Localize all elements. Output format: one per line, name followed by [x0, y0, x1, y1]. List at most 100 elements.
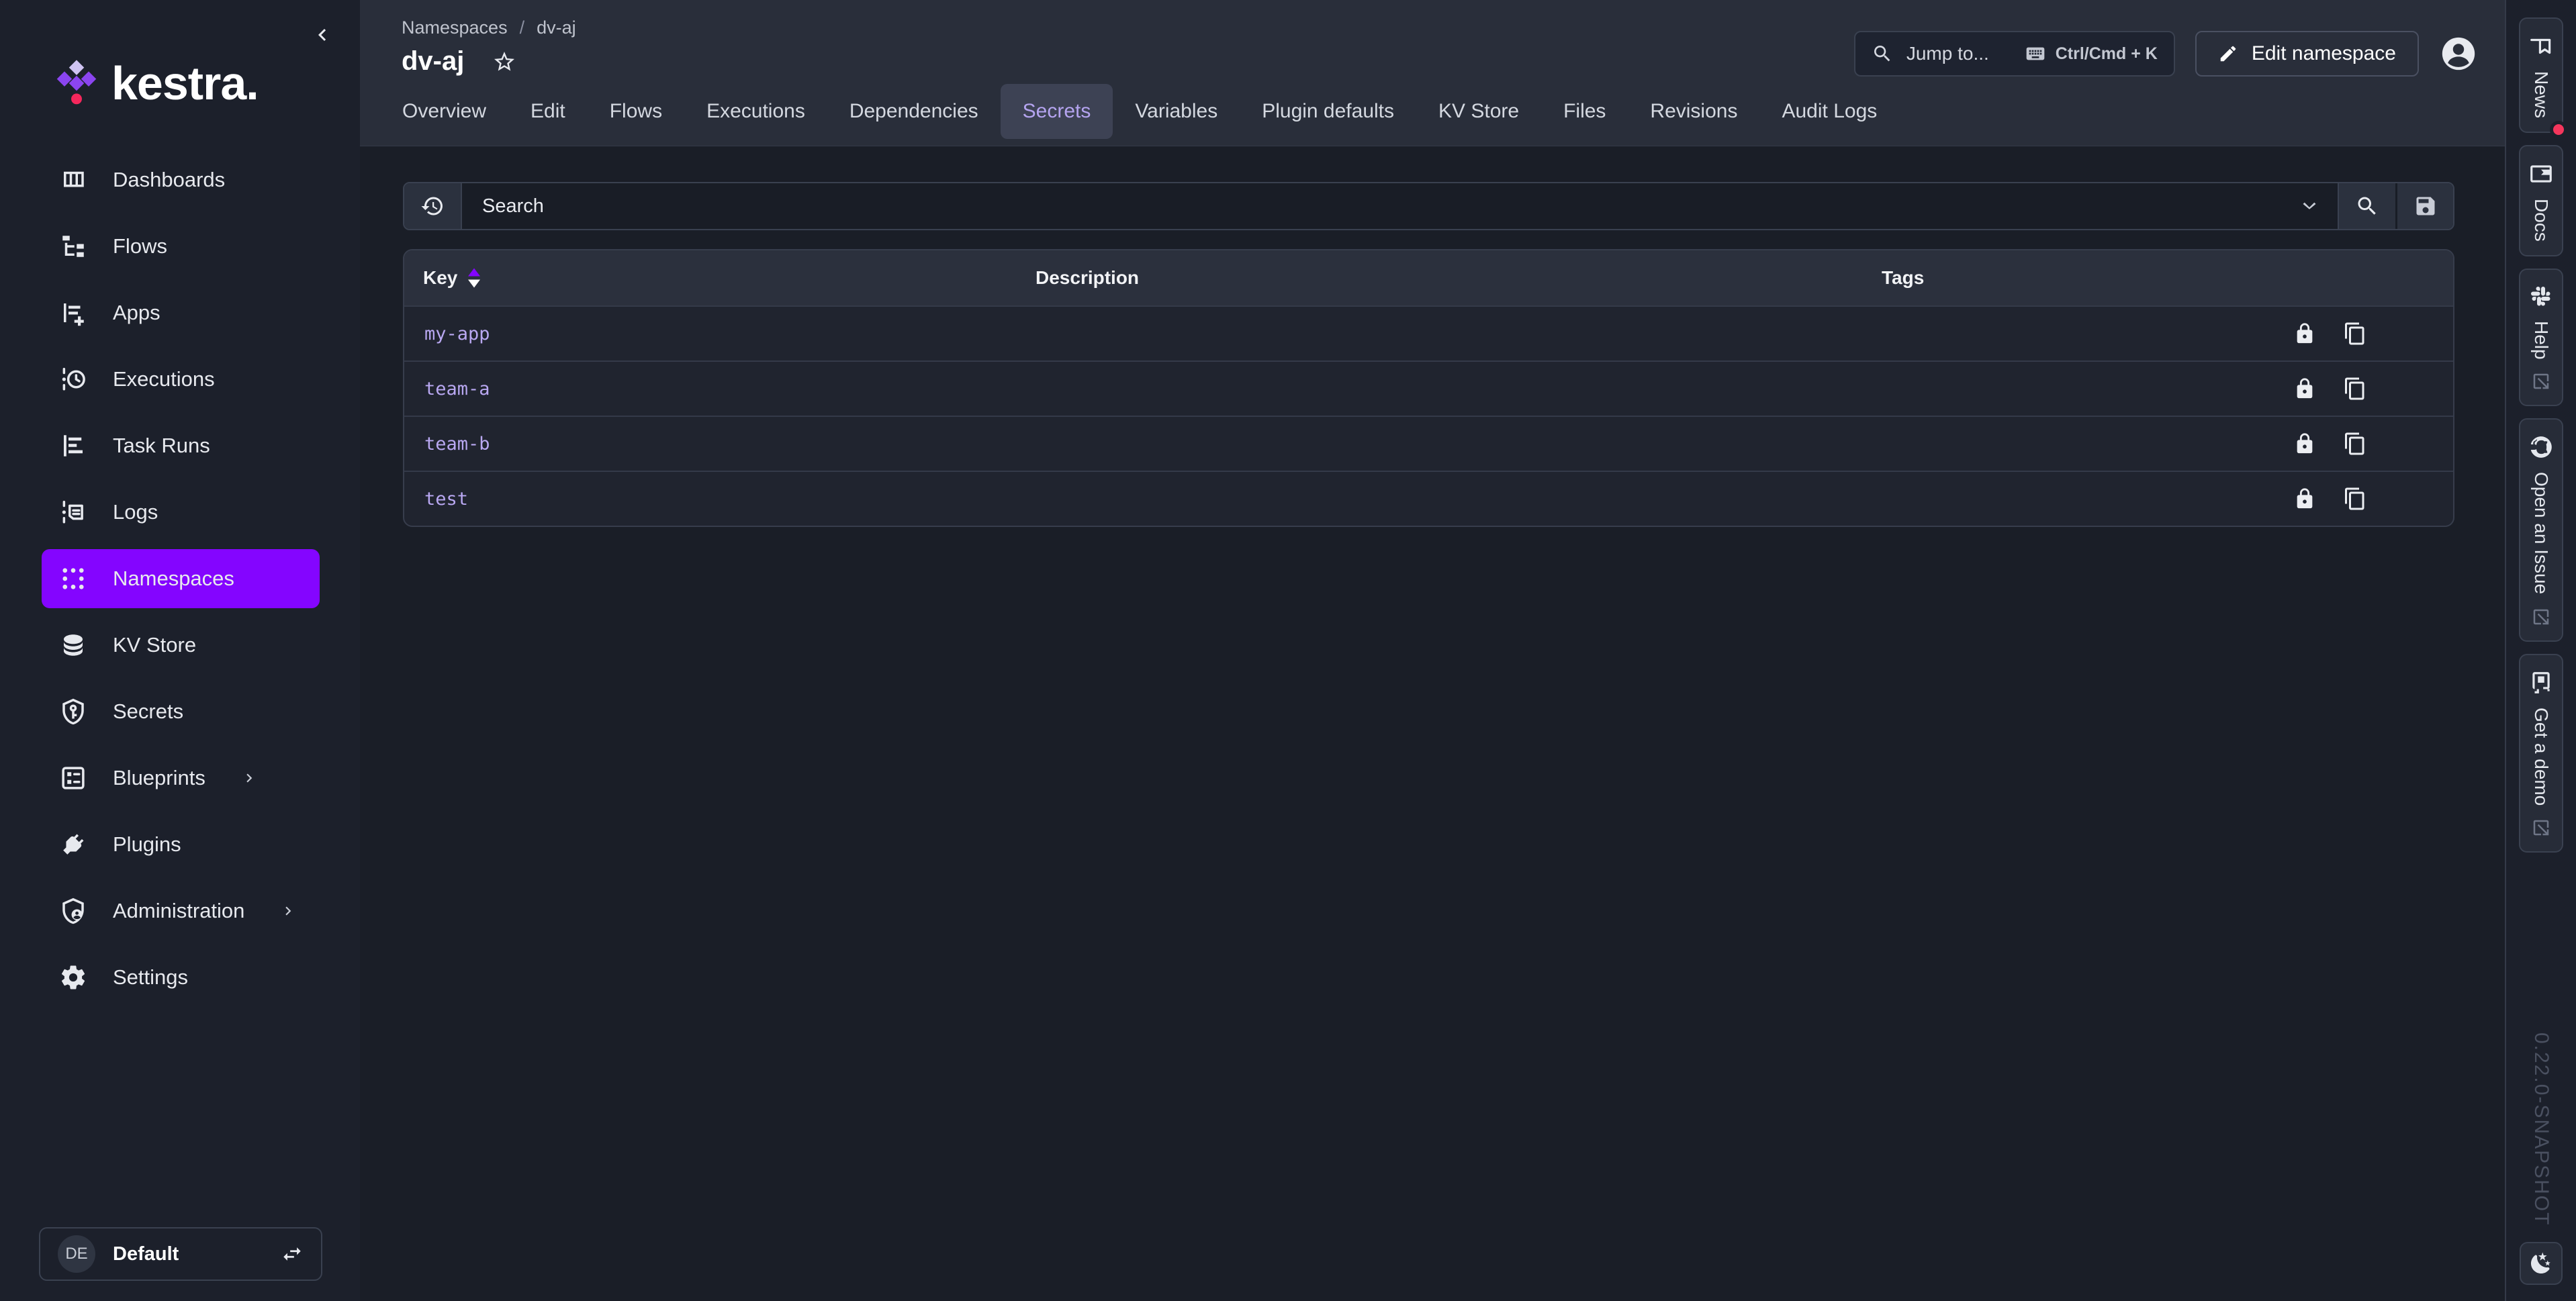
search-icon: [1872, 43, 1893, 64]
row-actions: [2293, 377, 2453, 401]
chevron-down-icon[interactable]: [2281, 183, 2338, 229]
breadcrumb-namespaces[interactable]: Namespaces: [402, 17, 508, 38]
sidebar-item-taskruns[interactable]: Task Runs: [42, 416, 320, 475]
lock-icon: [2293, 377, 2316, 400]
tab-files[interactable]: Files: [1541, 84, 1628, 139]
file-tree-icon: [59, 232, 87, 260]
column-header-key[interactable]: Key: [404, 267, 1017, 289]
gear-icon: [59, 963, 87, 992]
breadcrumb-separator: /: [520, 17, 525, 38]
timeline-clock-icon: [59, 365, 87, 393]
tab-revisions[interactable]: Revisions: [1628, 84, 1759, 139]
namespace-tabs: Overview Edit Flows Executions Dependenc…: [360, 77, 2505, 146]
sidebar-item-secrets[interactable]: Secrets: [42, 682, 320, 741]
table-row[interactable]: team-b: [404, 416, 2453, 471]
jump-to-search[interactable]: Jump to... Ctrl/Cmd + K: [1854, 31, 2175, 77]
sidebar-item-logs[interactable]: Logs: [42, 483, 320, 542]
rail-tab-help[interactable]: Help: [2519, 269, 2563, 407]
kestra-logo: kestra.: [0, 0, 360, 110]
copy-icon[interactable]: [2343, 322, 2367, 346]
star-favorite-icon[interactable]: [492, 50, 516, 74]
book-icon: [2528, 161, 2554, 187]
database-icon: [59, 631, 87, 659]
open-in-new-icon: [2531, 607, 2551, 627]
table-row[interactable]: my-app: [404, 305, 2453, 360]
sidebar-item-plugins[interactable]: Plugins: [42, 815, 320, 874]
copy-icon[interactable]: [2343, 377, 2367, 401]
kestra-app: kestra. Dashboards Flows Apps Executions: [0, 0, 2576, 1301]
list-plus-icon: [59, 299, 87, 327]
tab-flows[interactable]: Flows: [588, 84, 684, 139]
tenant-name: Default: [113, 1243, 263, 1265]
tab-secrets[interactable]: Secrets: [1001, 84, 1113, 139]
demo-video-icon: [2528, 670, 2554, 695]
search-input[interactable]: [462, 183, 2281, 229]
chart-gantt-icon: [59, 432, 87, 460]
breadcrumb-namespace-id[interactable]: dv-aj: [537, 17, 576, 38]
tab-variables[interactable]: Variables: [1113, 84, 1240, 139]
rail-tab-news[interactable]: News: [2519, 17, 2563, 133]
jump-to-label: Jump to...: [1906, 43, 2011, 64]
lock-icon: [2293, 487, 2316, 510]
tab-overview[interactable]: Overview: [380, 84, 508, 139]
secret-key: my-app: [404, 324, 1017, 344]
open-in-new-icon: [2531, 818, 2551, 838]
lock-icon: [2293, 432, 2316, 455]
sidebar-item-settings[interactable]: Settings: [42, 948, 320, 1007]
shield-account-icon: [59, 897, 87, 925]
tenant-selector[interactable]: DE Default: [39, 1227, 322, 1281]
kestra-logo-icon: [55, 60, 98, 107]
chevron-right-icon: [240, 769, 258, 787]
history-icon[interactable]: [404, 183, 462, 229]
sidebar-item-flows[interactable]: Flows: [42, 217, 320, 276]
table-row[interactable]: test: [404, 471, 2453, 526]
user-avatar-icon[interactable]: [2439, 34, 2478, 73]
rail-tab-get-a-demo[interactable]: Get a demo: [2519, 654, 2563, 853]
page-title: dv-aj: [402, 46, 464, 77]
dark-mode-toggle[interactable]: [2520, 1242, 2563, 1285]
github-icon: [2528, 434, 2554, 460]
shield-key-icon: [59, 697, 87, 726]
edit-namespace-button[interactable]: Edit namespace: [2195, 31, 2419, 77]
tab-edit[interactable]: Edit: [508, 84, 588, 139]
lock-icon: [2293, 322, 2316, 345]
search-bar: [403, 182, 2454, 230]
topbar: Namespaces / dv-aj dv-aj Jump to...: [360, 0, 2505, 146]
sidebar-item-namespaces[interactable]: Namespaces: [42, 549, 320, 608]
flag-icon: [2528, 34, 2554, 59]
chevron-right-icon: [279, 902, 297, 920]
version-label: 0.22.0-SNAPSHOT: [2530, 1032, 2552, 1226]
copy-icon[interactable]: [2343, 432, 2367, 456]
news-notification-badge: [2550, 121, 2567, 138]
keyboard-icon: [2025, 43, 2046, 64]
sidebar-collapse-icon[interactable]: [310, 23, 334, 47]
tab-plugin-defaults[interactable]: Plugin defaults: [1240, 84, 1416, 139]
copy-icon[interactable]: [2343, 487, 2367, 511]
sidebar-item-dashboards[interactable]: Dashboards: [42, 150, 320, 209]
right-rail: News Docs Help Open an Issue Get a demo …: [2505, 0, 2576, 1301]
sidebar-item-administration[interactable]: Administration: [42, 881, 320, 941]
blueprints-icon: [59, 764, 87, 792]
sidebar-item-kvstore[interactable]: KV Store: [42, 616, 320, 675]
rail-tab-docs[interactable]: Docs: [2519, 145, 2563, 256]
breadcrumb: Namespaces / dv-aj: [402, 17, 576, 38]
main-area: Namespaces / dv-aj dv-aj Jump to...: [360, 0, 2505, 1301]
sidebar-item-apps[interactable]: Apps: [42, 283, 320, 342]
rail-tab-open-an-issue[interactable]: Open an Issue: [2519, 418, 2563, 641]
secret-key: team-a: [404, 379, 1017, 399]
tab-dependencies[interactable]: Dependencies: [827, 84, 1001, 139]
column-header-description: Description: [1017, 267, 1863, 289]
tab-executions[interactable]: Executions: [684, 84, 827, 139]
save-filter-button[interactable]: [2395, 183, 2453, 229]
moon-icon: [2529, 1251, 2553, 1275]
tab-kv-store[interactable]: KV Store: [1416, 84, 1541, 139]
secrets-content: Key Description Tags my-a: [360, 146, 2505, 1301]
row-actions: [2293, 487, 2453, 511]
table-row[interactable]: team-a: [404, 360, 2453, 416]
tab-audit-logs[interactable]: Audit Logs: [1759, 84, 1899, 139]
sidebar-item-executions[interactable]: Executions: [42, 350, 320, 409]
search-submit-button[interactable]: [2338, 183, 2395, 229]
sidebar-item-blueprints[interactable]: Blueprints: [42, 749, 320, 808]
sidebar-nav: Dashboards Flows Apps Executions Task Ru…: [0, 150, 360, 1014]
sort-icon[interactable]: [468, 268, 480, 288]
